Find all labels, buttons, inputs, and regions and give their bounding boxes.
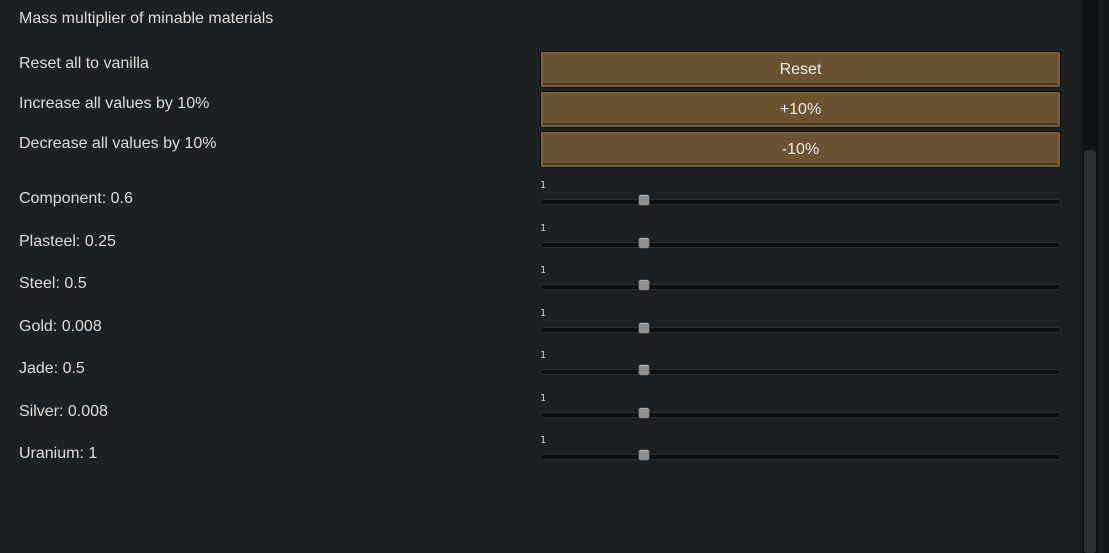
slider-value: 1 [540, 308, 547, 319]
slider-thumb[interactable] [638, 194, 651, 206]
slider-track[interactable] [540, 369, 1061, 375]
slider-value: 1 [540, 180, 547, 191]
material-label: Steel: 0.5 [19, 275, 87, 292]
reset-button[interactable]: Reset [540, 51, 1061, 88]
slider-thumb[interactable] [638, 407, 651, 419]
slider-thumb[interactable] [638, 237, 651, 249]
slider-value: 1 [540, 393, 547, 404]
slider-track[interactable] [540, 242, 1061, 248]
decrease-10-button[interactable]: -10% [540, 131, 1061, 168]
slider-value: 1 [540, 223, 547, 234]
slider-track[interactable] [540, 412, 1061, 418]
decrease-label: Decrease all values by 10% [19, 135, 217, 152]
material-row-component: Component: 0.6 1 [0, 180, 1080, 222]
slider-track[interactable] [540, 327, 1061, 333]
slider-track[interactable] [540, 199, 1061, 205]
material-row-steel: Steel: 0.5 1 [0, 265, 1080, 307]
slider-thumb[interactable] [638, 279, 651, 291]
material-label: Gold: 0.008 [19, 318, 102, 335]
slider-thumb[interactable] [638, 322, 651, 334]
material-label: Silver: 0.008 [19, 403, 108, 420]
slider-thumb[interactable] [638, 449, 651, 461]
section-title: Mass multiplier of minable materials [19, 10, 274, 27]
material-row-uranium: Uranium: 1 1 [0, 435, 1080, 477]
slider-value: 1 [540, 435, 547, 446]
slider-thumb[interactable] [638, 364, 651, 376]
slider-value: 1 [540, 350, 547, 361]
material-row-jade: Jade: 0.5 1 [0, 350, 1080, 392]
material-row-silver: Silver: 0.008 1 [0, 393, 1080, 435]
material-row-plasteel: Plasteel: 0.25 1 [0, 223, 1080, 265]
material-label: Uranium: 1 [19, 445, 98, 462]
material-label: Jade: 0.5 [19, 360, 85, 377]
reset-label: Reset all to vanilla [19, 55, 149, 72]
settings-panel: Mass multiplier of minable materials Res… [0, 0, 1080, 553]
increase-label: Increase all values by 10% [19, 95, 210, 112]
scrollbar-thumb[interactable] [1084, 150, 1096, 553]
increase-10-button[interactable]: +10% [540, 91, 1061, 128]
material-row-gold: Gold: 0.008 1 [0, 308, 1080, 350]
slider-track[interactable] [540, 284, 1061, 290]
material-label: Component: 0.6 [19, 190, 133, 207]
slider-track[interactable] [540, 454, 1061, 460]
slider-value: 1 [540, 265, 547, 276]
material-label: Plasteel: 0.25 [19, 233, 116, 250]
